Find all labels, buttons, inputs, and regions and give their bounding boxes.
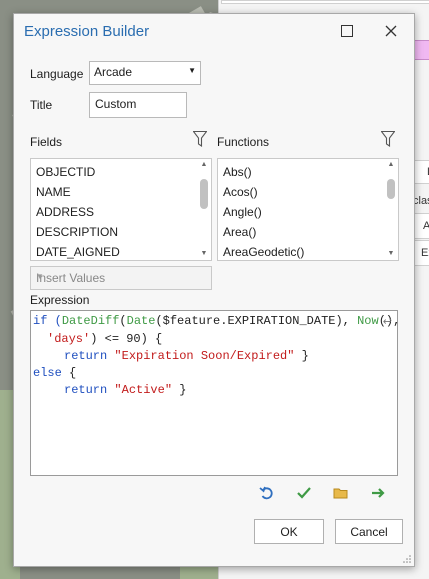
functions-label: Functions: [217, 135, 270, 149]
code-token: return: [64, 383, 115, 397]
list-item[interactable]: Abs(): [223, 165, 252, 179]
language-label: Language: [30, 67, 84, 81]
code-token: 'days': [47, 332, 91, 346]
open-button[interactable]: [332, 484, 350, 502]
list-item[interactable]: DATE_AIGNED: [36, 245, 120, 259]
insert-values-dropdown[interactable]: Insert Values ▼: [30, 266, 212, 290]
word-wrap-icon: ↩: [382, 317, 392, 329]
chevron-down-icon: ▼: [188, 66, 196, 75]
fields-filter-icon[interactable]: [193, 131, 207, 147]
functions-list[interactable]: Abs() Acos() Angle() Area() AreaGeodetic…: [217, 158, 399, 261]
scroll-thumb[interactable]: [200, 179, 208, 209]
chevron-down-icon: ▼: [36, 272, 44, 281]
close-icon: [385, 25, 397, 37]
dialog-title: Expression Builder: [24, 23, 150, 40]
arrow-right-icon: [372, 488, 385, 498]
fields-scrollbar[interactable]: ▲ ▼: [198, 160, 210, 259]
code-token: else: [33, 366, 62, 380]
code-token: if (: [33, 314, 62, 328]
list-item[interactable]: ADDRESS: [36, 205, 94, 219]
code-token: (: [119, 314, 127, 328]
folder-icon: [333, 488, 348, 499]
background-pink-swatch: [414, 40, 429, 60]
scroll-down-icon[interactable]: ▼: [385, 249, 397, 259]
undo-button[interactable]: [258, 484, 276, 502]
fields-label: Fields: [30, 135, 63, 149]
functions-filter-icon[interactable]: [381, 131, 395, 147]
code-token: "Expiration Soon/Expired": [114, 349, 295, 363]
title-input-value: Custom: [95, 97, 137, 111]
code-token: Date: [126, 314, 156, 328]
background-cell-fragment: Ex: [421, 247, 429, 259]
list-item[interactable]: Acos(): [223, 185, 258, 199]
functions-scrollbar[interactable]: ▲ ▼: [385, 160, 397, 259]
list-item[interactable]: Angle(): [223, 205, 262, 219]
language-select[interactable]: Arcade ▼: [89, 61, 201, 85]
scroll-down-icon[interactable]: ▼: [198, 249, 210, 259]
code-token: }: [294, 349, 309, 363]
scroll-up-icon[interactable]: ▲: [385, 160, 397, 170]
background-cell-fragment: A: [423, 220, 429, 232]
list-item[interactable]: NAME: [36, 185, 71, 199]
fields-list[interactable]: OBJECTID NAME ADDRESS DESCRIPTION DATE_A…: [30, 158, 212, 261]
code-token: return: [64, 349, 115, 363]
close-button[interactable]: [378, 20, 404, 42]
checkmark-icon: [297, 487, 311, 499]
expression-label: Expression: [30, 293, 90, 307]
code-token: ($feature.EXPIRATION_DATE),: [155, 314, 358, 328]
code-token: }: [172, 383, 187, 397]
title-bar[interactable]: Expression Builder: [14, 14, 414, 48]
maximize-icon: [341, 25, 353, 37]
expression-builder-dialog: Expression Builder Language Arcade ▼ Tit…: [13, 13, 415, 567]
list-item[interactable]: OBJECTID: [36, 165, 95, 179]
resize-grip-icon[interactable]: [403, 555, 411, 563]
code-token: "Active": [114, 383, 173, 397]
ok-button[interactable]: OK: [254, 519, 324, 544]
code-token: ) <= 90) {: [90, 332, 163, 346]
expression-editor[interactable]: if (DateDiff(Date($feature.EXPIRATION_DA…: [30, 310, 400, 476]
cancel-button[interactable]: Cancel: [335, 519, 403, 544]
code-token: DateDiff: [61, 314, 120, 328]
background-column-fragment: clas: [413, 195, 429, 207]
scroll-thumb[interactable]: [387, 179, 395, 199]
title-input[interactable]: Custom: [89, 92, 187, 118]
list-item[interactable]: Area(): [223, 225, 256, 239]
verify-button[interactable]: [295, 484, 313, 502]
scroll-up-icon[interactable]: ▲: [198, 160, 210, 170]
list-item[interactable]: AreaGeodetic(): [223, 245, 304, 259]
export-button[interactable]: [369, 484, 387, 502]
code-token: {: [61, 366, 77, 380]
list-item[interactable]: DESCRIPTION: [36, 225, 118, 239]
maximize-button[interactable]: [334, 20, 360, 42]
code-token: Now: [357, 314, 379, 328]
undo-icon: [259, 486, 273, 500]
title-label: Title: [30, 98, 53, 112]
language-value: Arcade: [94, 65, 133, 79]
